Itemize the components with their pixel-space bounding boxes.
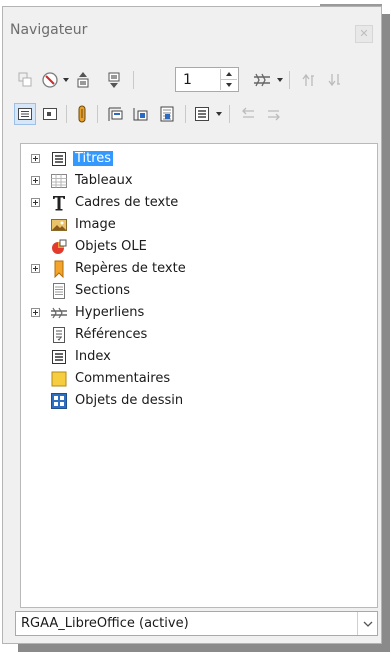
tree-item-reperes[interactable]: Repères de texte — [21, 258, 377, 280]
close-button[interactable]: ✕ — [355, 25, 373, 43]
toolbar-separator — [133, 71, 134, 89]
document-select[interactable]: RGAA_LibreOffice (active) — [15, 611, 378, 636]
title-bar: Navigateur ✕ — [3, 7, 381, 47]
comment-icon — [50, 370, 68, 388]
page-number-stepper[interactable]: 1 — [175, 67, 239, 92]
tree-item-sections[interactable]: Sections — [21, 280, 377, 302]
page-number-value: 1 — [183, 72, 192, 88]
tree-item-dessin[interactable]: Objets de dessin — [21, 390, 377, 412]
toolbar-separator — [66, 105, 67, 123]
toolbar-separator — [229, 105, 230, 123]
next-icon[interactable] — [103, 69, 125, 91]
expand-icon[interactable] — [31, 176, 40, 185]
tree-item-image[interactable]: Image — [21, 214, 377, 236]
close-icon: ✕ — [359, 27, 369, 40]
heading-levels-dropdown-arrow-icon[interactable] — [215, 103, 223, 125]
chevron-down-icon — [363, 616, 373, 631]
window-shadow-right — [382, 14, 390, 652]
tree-item-titres[interactable]: Titres — [21, 148, 377, 170]
index-icon — [50, 348, 68, 366]
expand-icon[interactable] — [31, 264, 40, 273]
tree-item-label: Tableaux — [75, 173, 133, 188]
bookmark-icon — [50, 260, 68, 279]
tree-item-label: Image — [75, 217, 116, 232]
hyperlink-mode-dropdown-icon[interactable] — [276, 69, 284, 91]
stepper-up-button[interactable] — [221, 69, 237, 80]
header-icon[interactable] — [39, 103, 61, 125]
image-icon — [50, 216, 68, 234]
tree-item-commentaires[interactable]: Commentaires — [21, 368, 377, 390]
tree-item-label: Repères de texte — [75, 261, 186, 276]
content-view-icon[interactable] — [14, 103, 36, 125]
previous-icon[interactable] — [72, 69, 94, 91]
reference-icon — [50, 326, 68, 344]
headings-level-icon[interactable] — [156, 103, 178, 125]
document-select-button[interactable] — [357, 612, 377, 635]
tree-item-label: Sections — [75, 283, 131, 298]
section-icon — [50, 282, 68, 300]
tree-item-index[interactable]: Index — [21, 346, 377, 368]
heading-levels-dropdown-icon[interactable] — [191, 103, 213, 125]
tree-item-label: Hyperliens — [75, 305, 145, 320]
content-tree[interactable]: Titres Tableaux Cadres de texte Image Ob… — [20, 143, 378, 608]
tree-item-ole[interactable]: Objets OLE — [21, 236, 377, 258]
navigator-window: Navigateur ✕ 1 Titres Tableaux Cadres de… — [2, 6, 382, 644]
promote-icon[interactable] — [299, 69, 321, 91]
expand-icon[interactable] — [31, 154, 40, 163]
window-title: Navigateur — [10, 22, 88, 38]
toolbar-separator — [97, 105, 98, 123]
table-icon — [50, 172, 68, 190]
move-up-icon[interactable] — [237, 103, 259, 125]
navigation-icon[interactable] — [39, 69, 61, 91]
tree-item-label: Index — [75, 349, 111, 364]
toolbar-separator — [289, 71, 290, 89]
demote-icon[interactable] — [325, 69, 347, 91]
move-down-icon[interactable] — [263, 103, 285, 125]
window-shadow-bottom — [18, 644, 390, 652]
toggle-icon[interactable] — [14, 69, 36, 91]
tree-item-label: Titres — [73, 151, 114, 166]
expand-icon[interactable] — [31, 308, 40, 317]
expand-icon[interactable] — [31, 198, 40, 207]
ole-object-icon — [50, 238, 68, 256]
tree-item-references[interactable]: Références — [21, 324, 377, 346]
tree-item-label: Cadres de texte — [75, 195, 179, 210]
anchor-icon[interactable] — [71, 103, 93, 125]
footer-icon[interactable] — [104, 103, 126, 125]
tree-item-label: Objets de dessin — [75, 393, 184, 408]
text-frame-icon — [50, 194, 68, 212]
set-reminder-icon[interactable] — [129, 103, 151, 125]
stepper-buttons — [220, 69, 237, 90]
drawing-object-icon — [50, 392, 68, 410]
document-select-value: RGAA_LibreOffice (active) — [21, 616, 189, 631]
navigation-dropdown-icon[interactable] — [62, 69, 70, 91]
hyperlink-mode-icon[interactable] — [251, 69, 273, 91]
tree-item-label: Références — [75, 327, 148, 342]
tree-item-tableaux[interactable]: Tableaux — [21, 170, 377, 192]
headings-icon — [50, 150, 68, 168]
tree-item-label: Objets OLE — [75, 239, 147, 254]
stepper-down-button[interactable] — [221, 80, 237, 90]
hyperlink-icon — [50, 304, 68, 322]
toolbar-separator — [185, 105, 186, 123]
tree-item-cadres[interactable]: Cadres de texte — [21, 192, 377, 214]
tree-item-label: Commentaires — [75, 371, 171, 386]
tree-item-hyperliens[interactable]: Hyperliens — [21, 302, 377, 324]
